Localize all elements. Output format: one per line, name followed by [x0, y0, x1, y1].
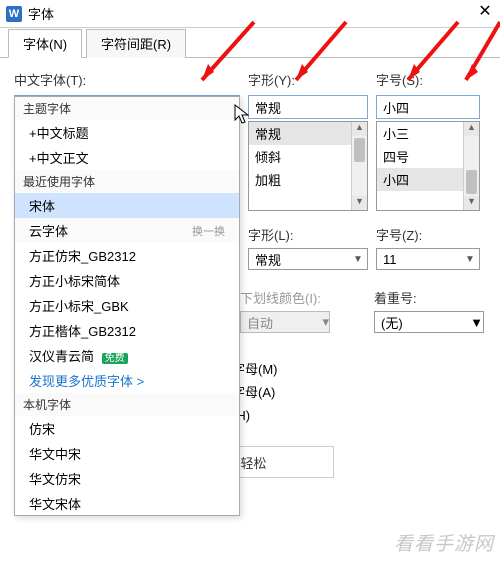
- dropdown-group-header: 本机字体: [15, 393, 239, 416]
- list-item[interactable]: 小四: [377, 168, 463, 191]
- dropdown-item[interactable]: 汉仪青云简 免费: [15, 343, 239, 368]
- window-title: 字体: [28, 4, 476, 23]
- size-value: 小四: [383, 98, 479, 117]
- dropdown-group-header: 最近使用字体: [15, 170, 239, 193]
- label-style: 字形(Y):: [248, 70, 368, 89]
- label-emphasis: 着重号:: [374, 288, 484, 307]
- chevron-down-icon: ▼: [349, 254, 367, 265]
- dropdown-item[interactable]: 宋体: [15, 193, 239, 218]
- size-combo[interactable]: 小四: [376, 95, 480, 119]
- watermark: 看看手游网: [394, 529, 494, 556]
- size-listbox[interactable]: 小三四号小四 ▲ ▼: [376, 121, 480, 211]
- tab-strip: 字体(N) 字符间距(R): [0, 28, 500, 58]
- label-western-style: 字形(L):: [248, 225, 368, 244]
- emphasis-combo[interactable]: (无) ▼: [374, 311, 484, 333]
- close-icon[interactable]: ✕: [476, 5, 494, 23]
- style-combo[interactable]: 常规: [248, 95, 368, 119]
- underline-color-value: 自动: [247, 313, 322, 332]
- style-value: 常规: [255, 98, 367, 117]
- dropdown-item[interactable]: 方正仿宋_GB2312: [15, 243, 239, 268]
- dropdown-item[interactable]: 仿宋: [15, 416, 239, 441]
- list-item[interactable]: 小三: [377, 122, 463, 145]
- emphasis-value: (无): [381, 313, 470, 332]
- scroll-thumb[interactable]: [354, 138, 365, 162]
- dropdown-item[interactable]: 华文仿宋: [15, 466, 239, 491]
- scroll-up-icon[interactable]: ▲: [464, 122, 479, 136]
- scrollbar[interactable]: ▲ ▼: [463, 122, 479, 210]
- dropdown-item[interactable]: +中文标题: [15, 120, 239, 145]
- list-item[interactable]: 加粗: [249, 168, 351, 191]
- dropdown-item[interactable]: 发现更多优质字体 >: [15, 368, 239, 393]
- list-item[interactable]: 四号: [377, 145, 463, 168]
- chevron-down-icon: ▾: [322, 314, 329, 330]
- style-listbox[interactable]: 常规倾斜加粗 ▲ ▼: [248, 121, 368, 211]
- scrollbar[interactable]: ▲ ▼: [351, 122, 367, 210]
- label-chinese-font: 中文字体(T):: [14, 70, 240, 89]
- title-bar: W 字体 ✕: [0, 0, 500, 28]
- chevron-down-icon: ▼: [461, 254, 479, 265]
- list-item[interactable]: 常规: [249, 122, 351, 145]
- tab-font[interactable]: 字体(N): [8, 29, 82, 58]
- dropdown-item[interactable]: 方正楷体_GB2312: [15, 318, 239, 343]
- dropdown-item[interactable]: 方正小标宋简体: [15, 268, 239, 293]
- dropdown-item[interactable]: 方正小标宋_GBK: [15, 293, 239, 318]
- list-item[interactable]: 倾斜: [249, 145, 351, 168]
- label-underline-color: 下划线颜色(I):: [240, 288, 360, 307]
- western-style-combo[interactable]: 常规 ▼: [248, 248, 368, 270]
- scroll-down-icon[interactable]: ▼: [352, 196, 367, 210]
- dropdown-item[interactable]: 华文中宋: [15, 441, 239, 466]
- western-style-value: 常规: [255, 250, 349, 269]
- app-icon: W: [6, 6, 22, 22]
- chevron-down-icon: ▼: [470, 315, 483, 330]
- western-size-value: 11: [383, 252, 461, 267]
- label-size: 字号(S):: [376, 70, 480, 89]
- dropdown-item[interactable]: 华文宋体: [15, 491, 239, 516]
- dropdown-item[interactable]: +中文正文: [15, 145, 239, 170]
- font-dropdown-panel[interactable]: 主题字体+中文标题+中文正文最近使用字体宋体云字体换一换方正仿宋_GB2312方…: [14, 96, 240, 516]
- underline-color-combo: 自动 ▾: [240, 311, 330, 333]
- tab-spacing[interactable]: 字符间距(R): [86, 29, 186, 58]
- dropdown-group-header[interactable]: 云字体换一换: [15, 218, 239, 243]
- scroll-down-icon[interactable]: ▼: [464, 196, 479, 210]
- label-western-size: 字号(Z):: [376, 225, 480, 244]
- dropdown-group-header: 主题字体: [15, 97, 239, 120]
- scroll-thumb[interactable]: [466, 170, 477, 194]
- western-size-combo[interactable]: 11 ▼: [376, 248, 480, 270]
- scroll-up-icon[interactable]: ▲: [352, 122, 367, 136]
